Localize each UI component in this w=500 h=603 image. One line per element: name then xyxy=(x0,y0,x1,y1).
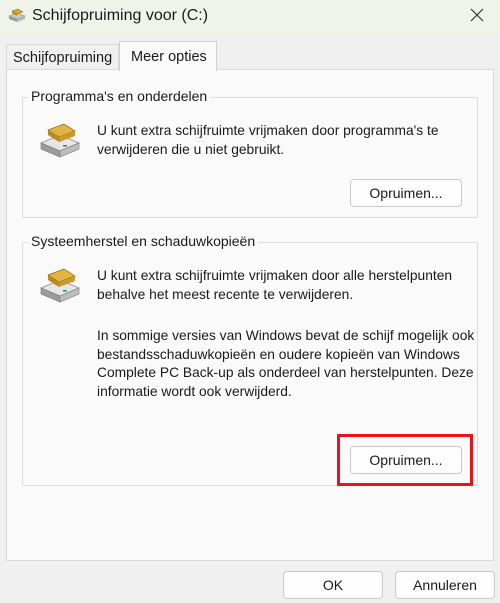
close-icon xyxy=(470,8,484,25)
highlight-box xyxy=(337,434,473,486)
restore-group-title: Systeemherstel en schaduwkopieën xyxy=(28,233,259,249)
drive-cleanup-icon xyxy=(8,8,26,27)
ok-button[interactable]: OK xyxy=(283,571,383,599)
tab-meer-opties[interactable]: Meer opties xyxy=(119,41,217,71)
cancel-button[interactable]: Annuleren xyxy=(395,571,495,599)
restore-info-text: In sommige versies van Windows bevat de … xyxy=(97,328,475,399)
tab-strip: Schijfopruiming Meer opties xyxy=(0,33,500,71)
window-title: Schijfopruiming voor (C:) xyxy=(32,7,209,24)
drive-cleanup-icon xyxy=(39,268,81,307)
restore-description: U kunt extra schijfruimte vrijmaken door… xyxy=(97,268,453,302)
tab-panel: Programma's en onderdelen U kunt extra s… xyxy=(6,69,494,561)
dialog-footer: OK Annuleren xyxy=(0,561,500,603)
close-button[interactable] xyxy=(454,0,500,33)
programs-cleanup-button[interactable]: Opruimen... xyxy=(350,179,462,207)
programs-group: Programma's en onderdelen U kunt extra s… xyxy=(22,88,478,218)
tab-schijfopruiming[interactable]: Schijfopruiming xyxy=(6,44,119,70)
title-bar: Schijfopruiming voor (C:) xyxy=(0,0,500,33)
programs-group-title: Programma's en onderdelen xyxy=(28,88,211,104)
programs-description: U kunt extra schijfruimte vrijmaken door… xyxy=(97,123,439,157)
drive-cleanup-icon xyxy=(39,123,81,162)
